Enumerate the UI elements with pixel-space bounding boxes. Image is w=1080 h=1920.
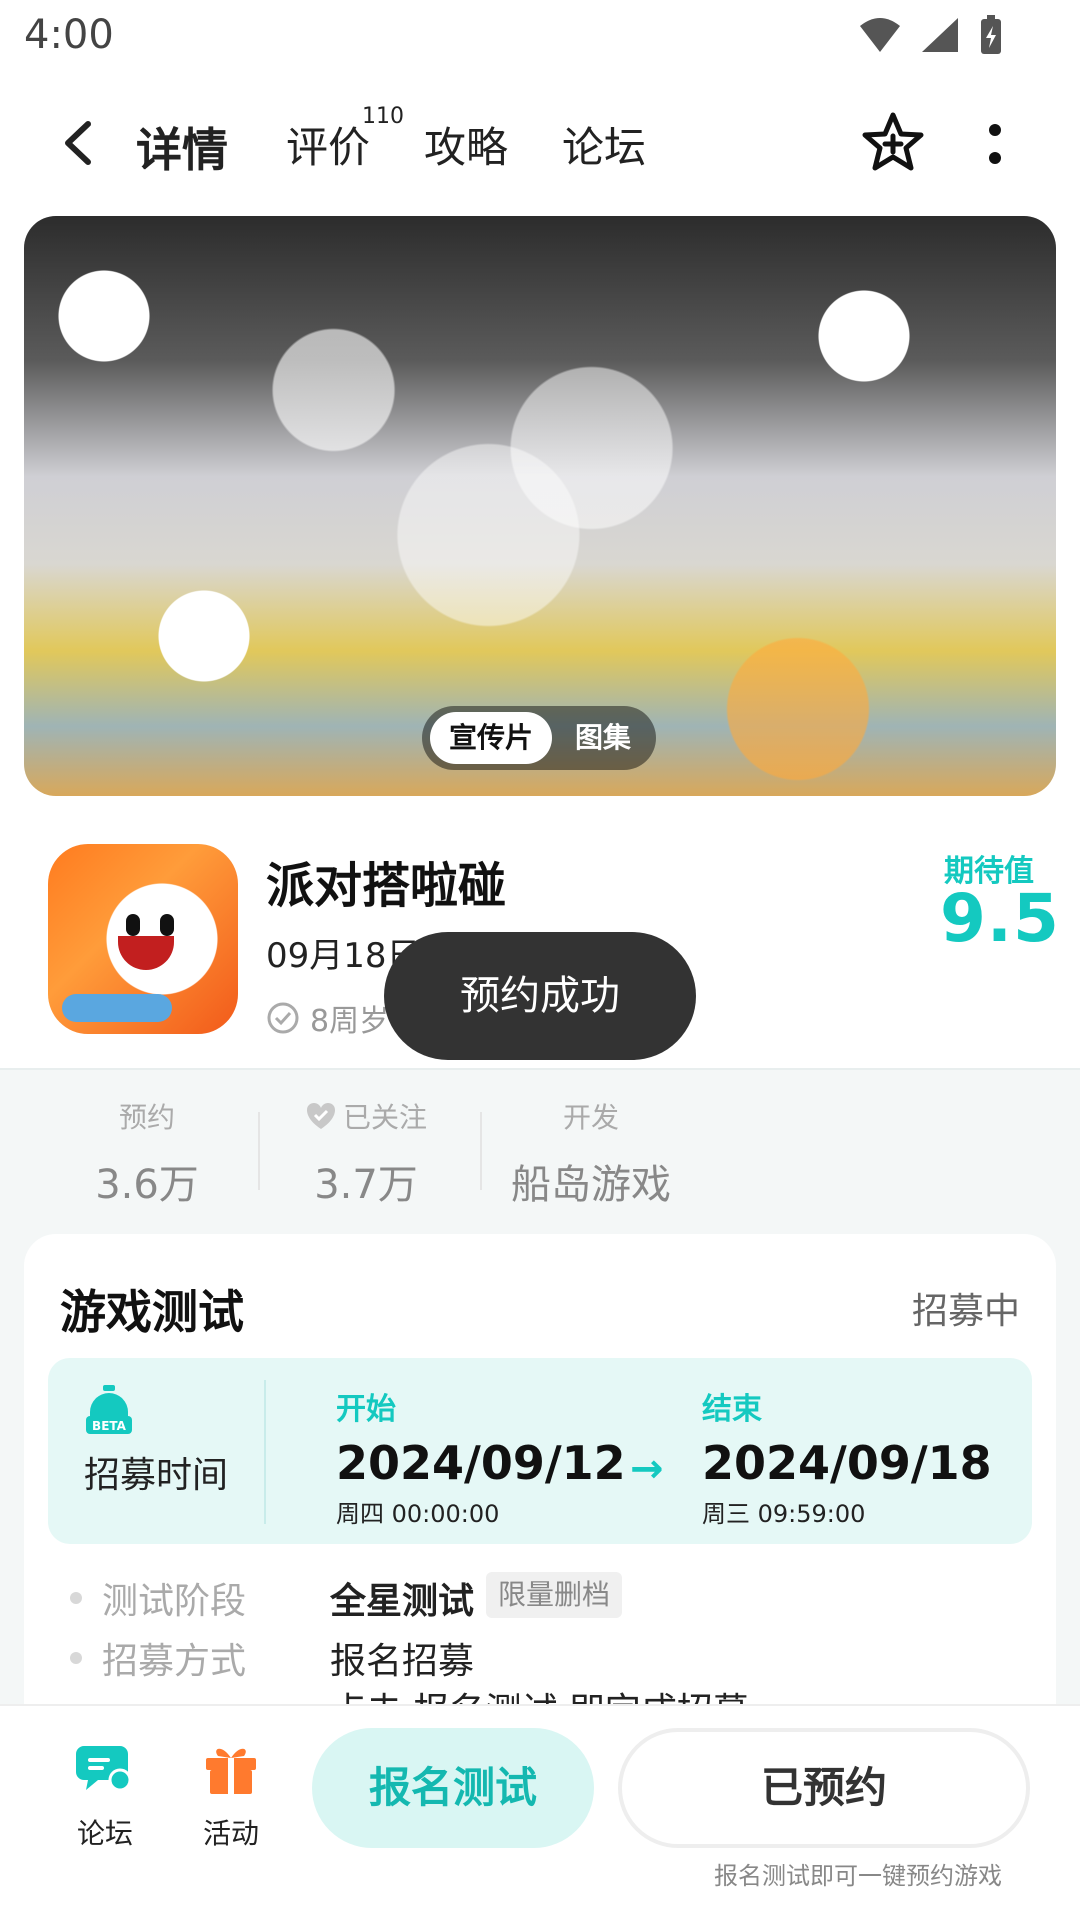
stat-label: 开发 xyxy=(562,1101,619,1134)
signup-test-button[interactable]: 报名测试 xyxy=(312,1728,594,1848)
signal-icon xyxy=(922,18,958,52)
start-label: 开始 xyxy=(336,1392,396,1427)
forum-chat-icon xyxy=(76,1746,132,1792)
bottom-nav-label: 论坛 xyxy=(76,1817,133,1850)
top-nav: 详情 评价 110 攻略 论坛 xyxy=(0,96,1080,192)
stat-value: 3.6万 xyxy=(95,1162,199,1208)
stat-reservations: 预约 3.6万 xyxy=(92,1096,202,1210)
tab-details[interactable]: 详情 xyxy=(132,114,232,180)
end-time-block: 结束 2024/09/18 周三 09:59:00 xyxy=(702,1384,992,1529)
media-type-switch: 宣传片 图集 xyxy=(422,706,656,770)
media-tab-gallery[interactable]: 图集 xyxy=(556,712,650,764)
end-label: 结束 xyxy=(702,1392,762,1427)
game-app-icon xyxy=(48,844,238,1034)
icon-detail xyxy=(118,936,174,970)
back-arrow-icon[interactable] xyxy=(54,118,104,168)
info-label: 招募方式 xyxy=(102,1641,247,1682)
tab-guides[interactable]: 攻略 xyxy=(424,114,508,175)
date-range-arrow: → xyxy=(630,1446,664,1492)
expectation-score: 9.5 xyxy=(940,880,1060,957)
stat-label: 预约 xyxy=(118,1101,175,1134)
info-value: 报名招募 xyxy=(330,1641,475,1682)
divider xyxy=(258,1112,260,1190)
status-time: 4:00 xyxy=(24,12,114,58)
bullet xyxy=(70,1652,82,1664)
reserved-button[interactable]: 已预约 xyxy=(618,1728,1030,1848)
stat-label: 已关注 xyxy=(342,1101,427,1134)
partial-description: 点击 报名测试 即完成招募 xyxy=(330,1682,749,1706)
start-date: 2024/09/12 xyxy=(336,1436,626,1490)
test-status: 招募中 xyxy=(912,1291,1021,1332)
end-week-time: 周三 09:59:00 xyxy=(702,1500,866,1528)
icon-detail xyxy=(62,994,172,1022)
test-tag: 限量删档 xyxy=(486,1572,623,1618)
recruit-time-label: 招募时间 xyxy=(84,1455,229,1496)
beta-text: BETA xyxy=(92,1419,127,1433)
test-section-title: 游戏测试 xyxy=(60,1285,244,1339)
info-value: 全星测试 xyxy=(330,1581,475,1622)
bottom-nav-forum[interactable]: 论坛 xyxy=(50,1738,160,1852)
beta-stopwatch-icon: BETA xyxy=(86,1385,132,1434)
stat-value: 船岛游戏 xyxy=(511,1162,671,1208)
gift-icon xyxy=(206,1748,256,1794)
favorite-star-icon[interactable] xyxy=(860,110,926,176)
bullet xyxy=(70,1592,82,1604)
reviews-count-badge: 110 xyxy=(362,104,404,129)
divider xyxy=(480,1112,482,1190)
tab-reviews[interactable]: 评价 xyxy=(286,114,370,175)
stat-value: 3.7万 xyxy=(314,1162,418,1208)
heart-check-icon xyxy=(306,1103,335,1129)
signup-hint: 报名测试即可一键预约游戏 xyxy=(714,1862,1002,1890)
age-rating-text: 8周岁 xyxy=(310,1004,390,1039)
bottom-nav-label: 活动 xyxy=(202,1817,259,1850)
battery-icon xyxy=(981,15,1001,54)
game-title: 派对搭啦碰 xyxy=(266,858,507,914)
info-label: 测试阶段 xyxy=(102,1581,247,1622)
status-bar: 4:00 xyxy=(0,0,1080,72)
info-row-method: 招募方式 xyxy=(70,1632,246,1684)
toast-message: 预约成功 xyxy=(384,932,696,1060)
stat-label-row: 已关注 xyxy=(296,1096,436,1136)
age-rating: 8周岁 xyxy=(266,996,389,1040)
more-options-icon[interactable] xyxy=(980,118,1010,174)
media-tab-trailer[interactable]: 宣传片 xyxy=(430,712,552,764)
tab-forum[interactable]: 论坛 xyxy=(562,114,646,175)
end-date: 2024/09/18 xyxy=(702,1436,992,1490)
tab-details-label: 详情 xyxy=(136,123,228,177)
icon-detail xyxy=(126,914,140,936)
stat-followers[interactable]: 已关注 3.7万 xyxy=(296,1096,436,1210)
stat-developer[interactable]: 开发 船岛游戏 xyxy=(506,1096,676,1210)
start-week-time: 周四 00:00:00 xyxy=(336,1500,500,1528)
wifi-icon xyxy=(860,18,900,52)
status-icons xyxy=(858,14,1004,56)
start-time-block: 开始 2024/09/12 周四 00:00:00 xyxy=(336,1384,626,1529)
icon-detail xyxy=(160,914,174,936)
divider xyxy=(264,1380,266,1524)
bottom-nav-activity[interactable]: 活动 xyxy=(176,1738,286,1852)
info-row-stage: 测试阶段 xyxy=(70,1572,246,1624)
check-circle-icon xyxy=(267,1002,299,1034)
